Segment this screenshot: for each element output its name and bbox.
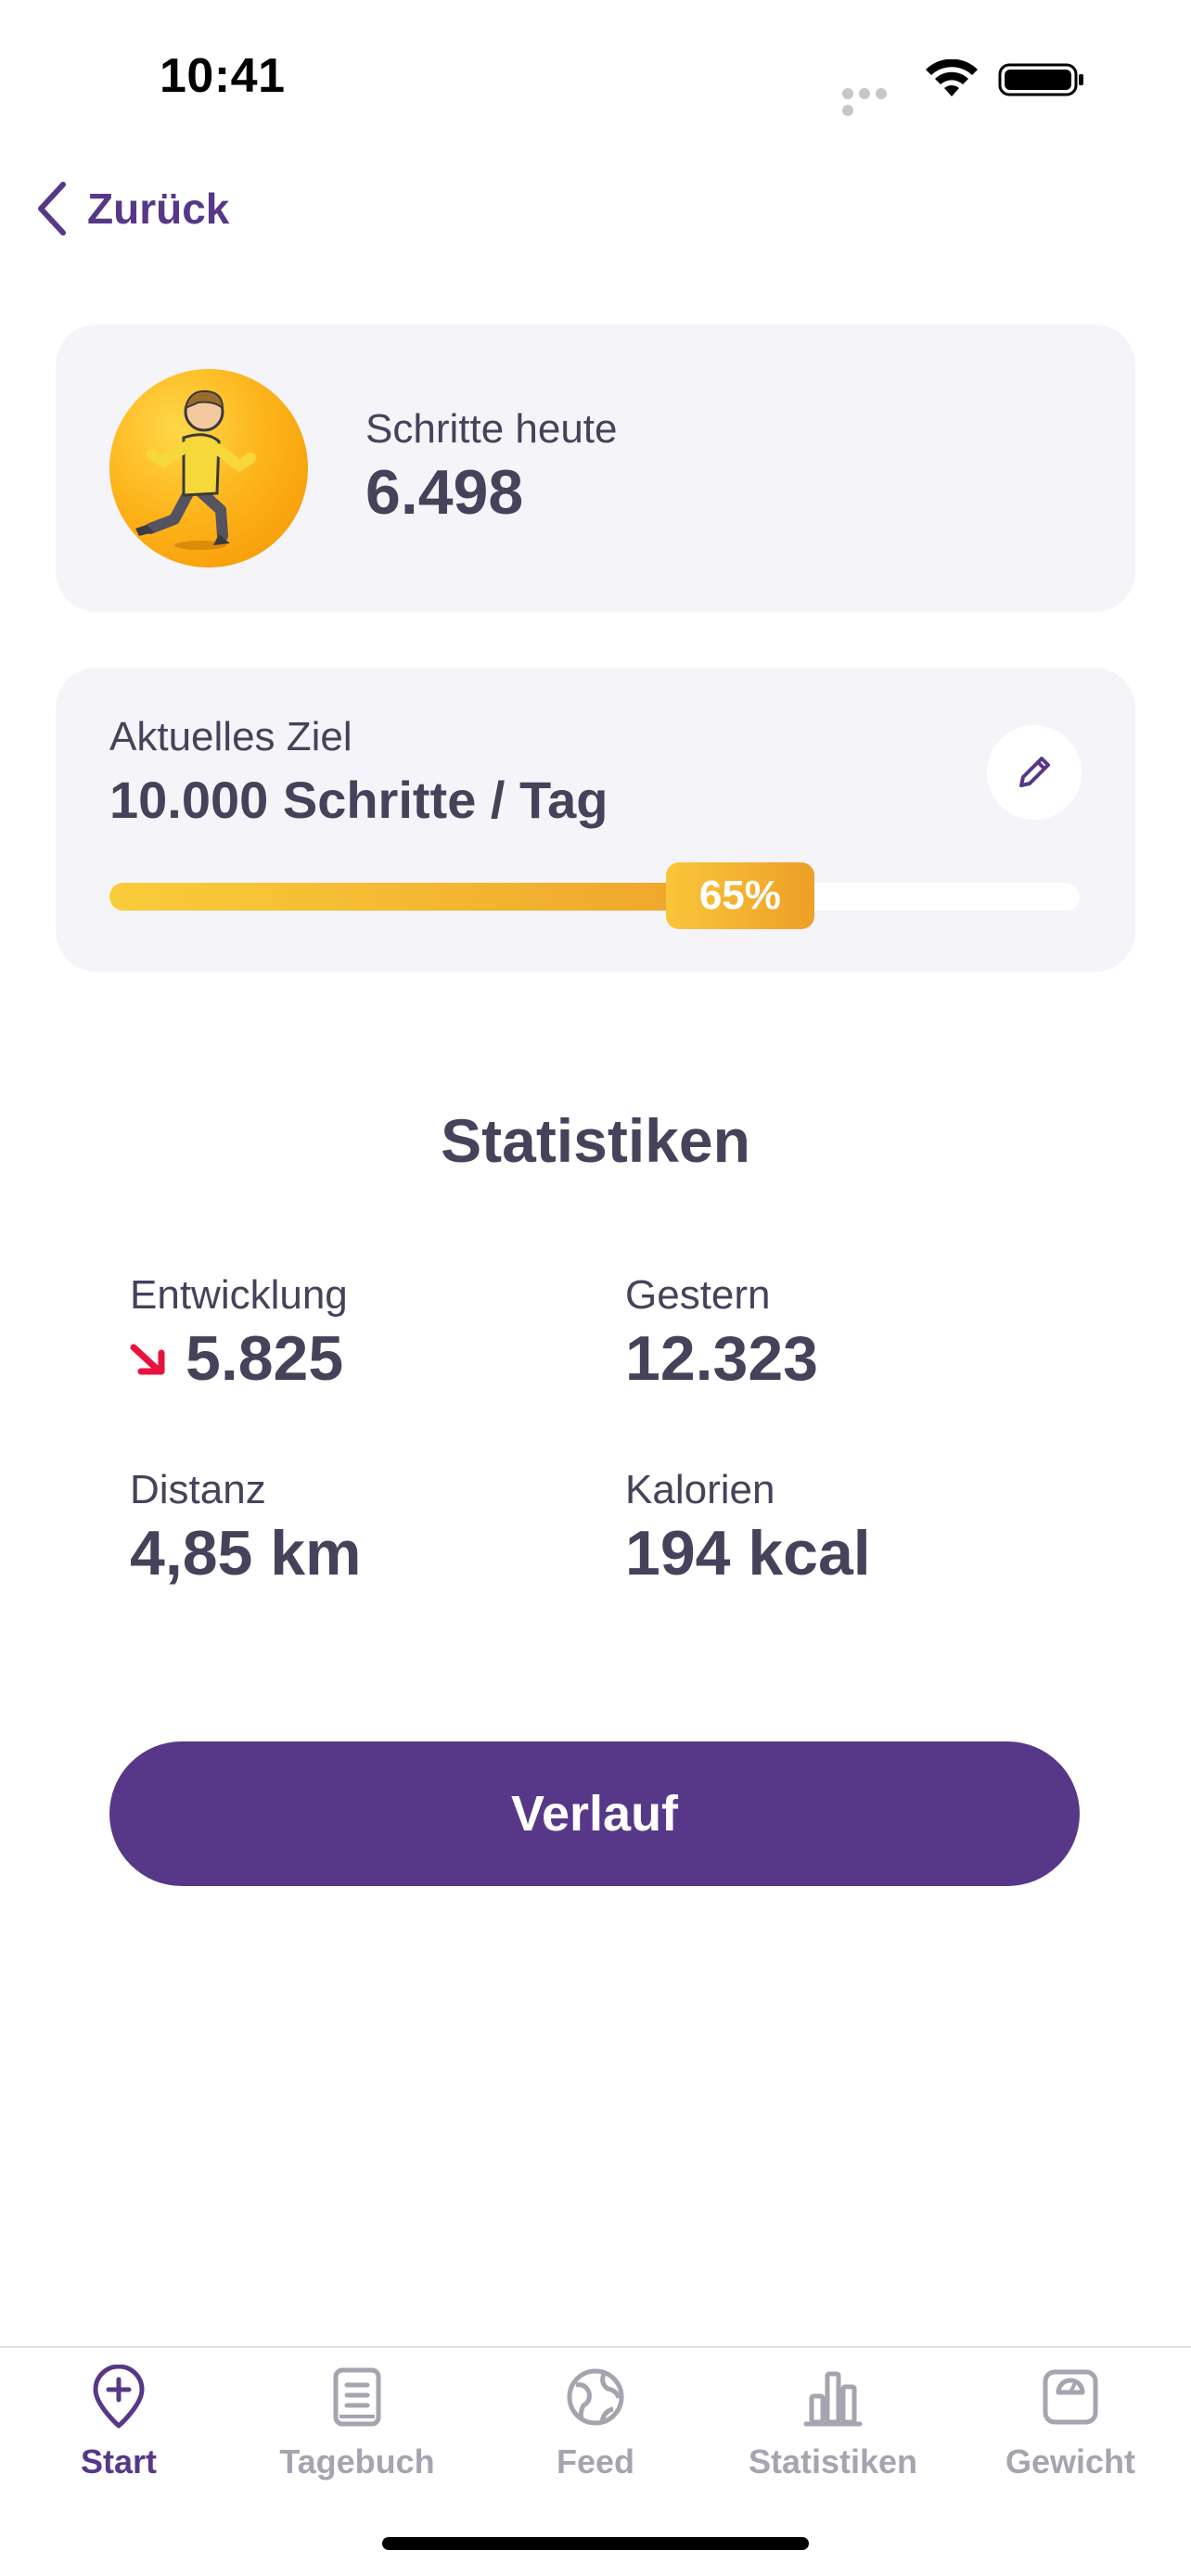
tab-label: Start [80, 2442, 158, 2480]
stat-value: 5.825 [186, 1323, 344, 1394]
back-button[interactable]: Zurück [33, 176, 229, 241]
screen: 10:41 Zurück Schritte heute 6.498 Aktuel… [0, 0, 1191, 2576]
globe-icon [567, 2368, 624, 2426]
runner-avatar [109, 369, 308, 567]
goal-label: Aktuelles Ziel [109, 714, 352, 759]
pencil-icon [1019, 757, 1050, 787]
battery-icon [998, 63, 1083, 96]
edit-goal-button[interactable] [987, 725, 1082, 820]
bar-chart-icon [803, 2371, 863, 2427]
tab-statistics[interactable]: Statistiken [714, 2365, 952, 2513]
stat-development: Entwicklung 5.825 [130, 1272, 348, 1395]
back-label: Zurück [87, 185, 230, 233]
stat-value: 194 kcal [625, 1518, 871, 1588]
stat-calories: Kalorien 194 kcal [625, 1467, 871, 1589]
tab-start[interactable]: Start [0, 2365, 237, 2513]
tab-label: Gewicht [1005, 2442, 1136, 2480]
stats-title: Statistiken [441, 1106, 750, 1175]
tab-feed[interactable]: Feed [477, 2365, 714, 2513]
stat-label: Gestern [625, 1272, 771, 1318]
status-bar: 10:41 [0, 0, 1191, 158]
goal-progress-fill [109, 883, 685, 911]
stat-distance: Distanz 4,85 km [130, 1467, 362, 1589]
goal-value: 10.000 Schritte / Tag [109, 771, 608, 829]
tab-diary[interactable]: Tagebuch [238, 2365, 476, 2513]
stat-label: Entwicklung [130, 1272, 348, 1318]
home-indicator [382, 2537, 809, 2550]
goal-progress-badge: 65% [665, 862, 814, 929]
chevron-left-icon [38, 182, 66, 236]
stat-value: 12.323 [625, 1323, 818, 1394]
stat-label: Distanz [130, 1467, 266, 1512]
stat-value: 4,85 km [130, 1518, 362, 1588]
steps-today-card: Schritte heute 6.498 [56, 325, 1135, 612]
status-time: 10:41 [160, 49, 286, 103]
tab-weight[interactable]: Gewicht [952, 2365, 1189, 2513]
stat-yesterday: Gestern 12.323 [625, 1272, 818, 1395]
steps-today-label: Schritte heute [365, 406, 618, 452]
tab-label: Feed [556, 2442, 635, 2480]
trend-down-icon [130, 1344, 165, 1375]
map-pin-plus-icon [93, 2365, 145, 2429]
tab-label: Statistiken [748, 2442, 918, 2480]
stat-label: Kalorien [625, 1467, 775, 1512]
goal-card: Aktuelles Ziel 10.000 Schritte / Tag 65% [56, 668, 1135, 972]
tab-label: Tagebuch [279, 2442, 435, 2480]
steps-today-value: 6.498 [365, 457, 524, 528]
history-button[interactable]: Verlauf [109, 1741, 1080, 1886]
notebook-icon [333, 2367, 381, 2427]
scale-icon [1043, 2369, 1098, 2425]
wifi-icon [926, 59, 978, 96]
runner-icon [135, 389, 256, 550]
goal-progress-bar: 65% [109, 862, 1080, 929]
signal-icon [842, 87, 905, 116]
